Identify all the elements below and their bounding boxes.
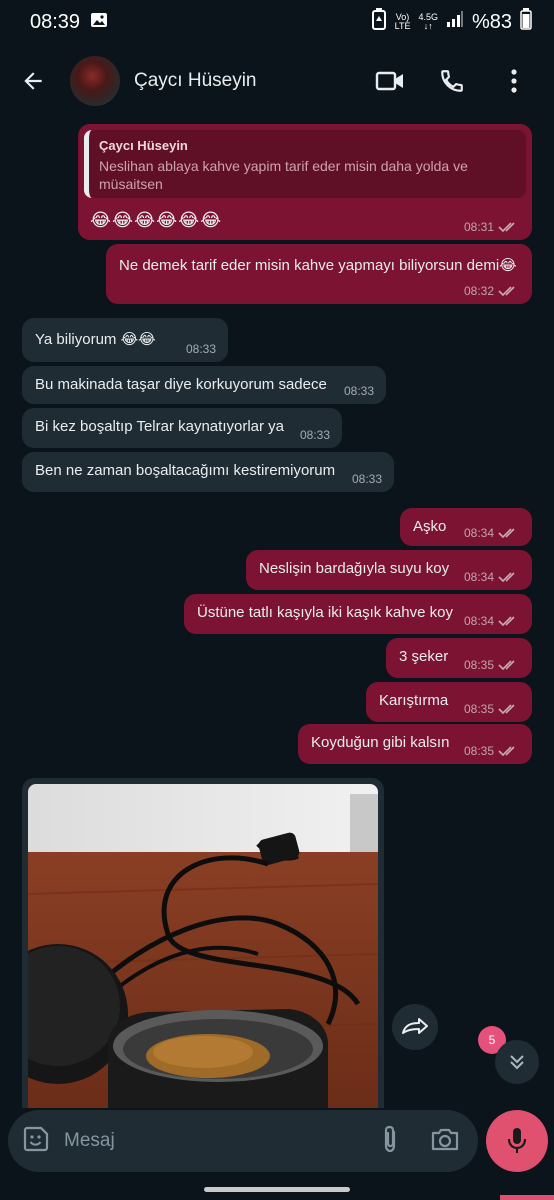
message-meta: 08:33 [352, 472, 382, 486]
quote-author: Çaycı Hüseyin [99, 138, 188, 153]
arrow-left-icon [24, 72, 42, 90]
message-text: Ya biliyorum 😂😂 [35, 331, 156, 348]
message-bubble-outgoing[interactable]: 3 şeker 08:35 [386, 638, 532, 678]
message-meta: 08:32 [464, 284, 520, 298]
message-meta: 08:34 [464, 570, 520, 584]
double-check-icon [498, 572, 515, 583]
message-text: Karıştırma [379, 692, 449, 709]
message-meta: 08:35 [464, 702, 520, 716]
message-meta: 08:34 [464, 614, 520, 628]
double-check-icon [498, 704, 515, 715]
double-check-icon [498, 222, 515, 233]
double-chevron-down-icon [510, 1055, 524, 1070]
message-time: 08:32 [463, 284, 494, 298]
quoted-message[interactable]: Çaycı Hüseyin Neslihan ablaya kahve yapi… [84, 130, 526, 198]
message-bubble-image[interactable] [22, 778, 384, 1108]
message-text: Ne demek tarif eder misin kahve yapmayı … [119, 257, 517, 274]
message-bubble-incoming[interactable]: Bu makinada taşar diye korkuyorum sadece… [22, 366, 386, 404]
recycle-icon [371, 8, 387, 36]
phone-icon [441, 70, 463, 92]
message-bubble-incoming[interactable]: Bi kez boşaltıp Telrar kaynatıyorlar ya … [22, 408, 342, 448]
sticker-icon[interactable] [22, 1125, 50, 1158]
coffee-machine-photo[interactable] [28, 784, 378, 1108]
message-bubble-outgoing[interactable]: Neslişin bardağıyla suyu koy 08:34 [246, 550, 532, 590]
message-time: 08:33 [343, 384, 374, 398]
message-list[interactable]: Çaycı Hüseyin Neslihan ablaya kahve yapi… [0, 118, 554, 1108]
video-camera-icon [375, 71, 403, 91]
status-time: 08:39 [30, 10, 81, 33]
message-meta: 08:34 [464, 526, 520, 540]
message-meta: 08:31 [464, 220, 520, 234]
message-text: Neslişin bardağıyla suyu koy [259, 560, 450, 577]
double-check-icon [498, 528, 515, 539]
message-meta: 08:35 [464, 658, 520, 672]
message-meta: 08:35 [464, 744, 520, 758]
battery-text: %83 [471, 10, 512, 33]
signal-icon [446, 10, 464, 34]
back-button[interactable] [0, 44, 66, 118]
chat-header: Çaycı Hüseyin [0, 44, 554, 118]
message-text: 😂😂😂😂😂😂 [90, 210, 223, 230]
home-indicator[interactable] [204, 1187, 350, 1192]
message-text: Bu makinada taşar diye korkuyorum sadece [35, 376, 327, 393]
gallery-icon [90, 12, 108, 33]
message-bubble-incoming[interactable]: Ben ne zaman boşaltacağımı kestiremiyoru… [22, 452, 394, 492]
message-meta: 08:33 [344, 384, 374, 398]
double-check-icon [498, 286, 515, 297]
message-text: Bi kez boşaltıp Telrar kaynatıyorlar ya [35, 418, 285, 435]
message-text: Aşko [413, 518, 447, 535]
double-check-icon [498, 746, 515, 757]
message-text: 3 şeker [399, 648, 449, 665]
message-meta: 08:33 [300, 428, 330, 442]
voice-record-button[interactable] [486, 1110, 548, 1172]
message-text: Ben ne zaman boşaltacağımı kestiremiyoru… [35, 462, 336, 479]
message-bubble-outgoing[interactable]: Çaycı Hüseyin Neslihan ablaya kahve yapi… [78, 124, 532, 240]
message-time: 08:34 [463, 570, 494, 584]
message-time: 08:35 [463, 744, 494, 758]
kebab-menu-icon [511, 69, 517, 93]
quote-text: Neslihan ablaya kahve yapim tarif eder m… [99, 158, 468, 192]
message-bubble-outgoing[interactable]: Ne demek tarif eder misin kahve yapmayı … [106, 244, 532, 304]
voice-call-button[interactable] [432, 61, 472, 101]
double-check-icon [498, 660, 515, 671]
message-time: 08:33 [185, 342, 216, 356]
message-text: Koyduğun gibi kalsın [311, 734, 450, 751]
message-time: 08:35 [463, 658, 494, 672]
message-bubble-outgoing[interactable]: Koyduğun gibi kalsın 08:35 [298, 724, 532, 764]
corner-accent [500, 1195, 554, 1200]
message-bubble-outgoing[interactable]: Karıştırma 08:35 [366, 682, 532, 722]
network-gen-indicator: 4.5G ↓↑ [418, 12, 438, 31]
message-text: Üstüne tatlı kaşıyla iki kaşık kahve koy [197, 604, 453, 621]
volte-indicator: Vo) LTE [394, 12, 411, 31]
message-bubble-outgoing[interactable]: Üstüne tatlı kaşıyla iki kaşık kahve koy… [184, 594, 532, 634]
contact-name[interactable]: Çaycı Hüseyin [134, 70, 370, 92]
camera-icon[interactable] [430, 1126, 460, 1157]
forward-arrow-icon [402, 1018, 428, 1034]
message-time: 08:31 [463, 220, 494, 234]
message-bubble-incoming[interactable]: Ya biliyorum 😂😂 08:33 [22, 318, 228, 362]
battery-icon [520, 8, 532, 36]
attach-icon[interactable] [380, 1124, 400, 1159]
avatar[interactable] [70, 56, 120, 106]
message-bubble-outgoing[interactable]: Aşko 08:34 [400, 508, 532, 546]
double-check-icon [498, 616, 515, 627]
message-time: 08:33 [351, 472, 382, 486]
message-composer [8, 1110, 478, 1172]
more-options-button[interactable] [494, 61, 534, 101]
video-call-button[interactable] [370, 61, 410, 101]
message-time: 08:33 [299, 428, 330, 442]
message-meta: 08:33 [186, 342, 216, 356]
microphone-icon [507, 1128, 527, 1153]
status-bar: 08:39 Vo) LTE 4.5G ↓↑ %83 [0, 0, 554, 44]
message-time: 08:34 [463, 614, 494, 628]
scroll-to-bottom-button[interactable] [495, 1040, 539, 1084]
forward-button[interactable] [392, 1004, 438, 1050]
message-input[interactable] [64, 1130, 380, 1152]
message-time: 08:35 [463, 702, 494, 716]
message-time: 08:34 [463, 526, 494, 540]
